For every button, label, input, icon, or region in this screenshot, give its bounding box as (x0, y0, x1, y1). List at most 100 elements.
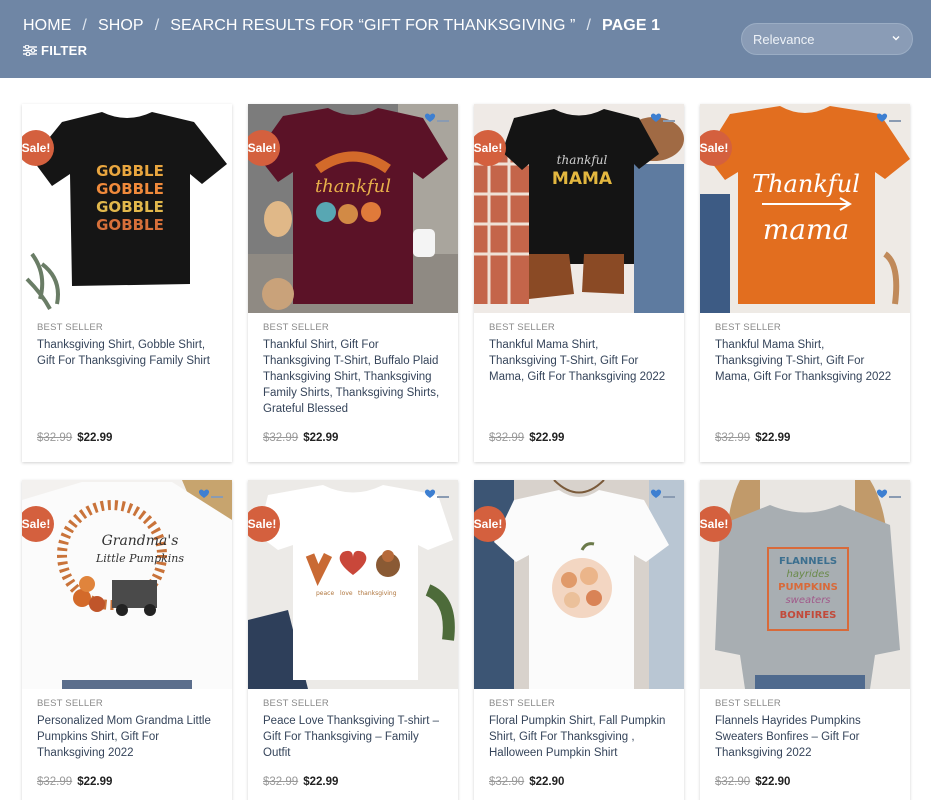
breadcrumb-shop[interactable]: SHOP (98, 17, 144, 35)
sliders-icon (23, 45, 37, 56)
page-header: HOME / SHOP / SEARCH RESULTS FOR “GIFT F… (0, 0, 931, 78)
product-title[interactable]: Personalized Mom Grandma Little Pumpkins… (37, 713, 217, 761)
shirt-text-line: GOBBLE (96, 216, 164, 234)
product-card: GOBBLE GOBBLE GOBBLE GOBBLE Sale! BEST S… (22, 104, 232, 462)
black-gobble-shirt-image: GOBBLE GOBBLE GOBBLE GOBBLE (22, 104, 232, 313)
shirt-text-line: GOBBLE (96, 198, 164, 216)
breadcrumb-separator: / (586, 17, 592, 34)
original-price: $32.99 (263, 776, 299, 788)
sale-price: $22.90 (755, 776, 791, 788)
product-title[interactable]: Flannels Hayrides Pumpkins Sweaters Bonf… (715, 713, 895, 761)
breadcrumb-current-page: PAGE 1 (602, 17, 661, 34)
product-image[interactable]: peace love thanksgiving Sale! (248, 480, 458, 689)
product-category[interactable]: BEST SELLER (37, 322, 217, 333)
product-image[interactable]: thankful MAMA Sale! (474, 104, 684, 313)
shirt-text-line: GOBBLE (96, 162, 164, 180)
shirt-text-line: thankful (557, 153, 608, 167)
shirt-text-line: hayrides (787, 569, 830, 580)
orange-thankful-mama-shirt-image: Thankful mama (700, 104, 910, 313)
sale-price: $22.99 (77, 432, 113, 444)
shirt-text-line: thanksgiving (358, 590, 397, 597)
product-category[interactable]: BEST SELLER (489, 322, 669, 333)
product-image[interactable]: GOBBLE GOBBLE GOBBLE GOBBLE Sale! (22, 104, 232, 313)
product-card: FLANNELS hayrides PUMPKINS sweaters BONF… (700, 480, 910, 800)
shirt-text-line: Thankful (752, 170, 860, 198)
sale-price: $22.99 (303, 776, 339, 788)
product-image[interactable]: thankful Sale! (248, 104, 458, 313)
product-price: $32.99 $22.99 (715, 432, 790, 444)
flannels-hayrides-shirt-image: FLANNELS hayrides PUMPKINS sweaters BONF… (700, 480, 910, 689)
product-price: $32.90 $22.90 (489, 776, 564, 788)
product-category[interactable]: BEST SELLER (715, 322, 895, 333)
sale-price: $22.99 (77, 776, 113, 788)
sale-price: $22.99 (303, 432, 339, 444)
product-price: $32.99 $22.99 (263, 432, 338, 444)
product-price: $32.90 $22.90 (715, 776, 790, 788)
shirt-text-line: Little Pumpkins (95, 552, 184, 565)
floral-pumpkin-shirt-image (474, 480, 684, 689)
breadcrumb-home[interactable]: HOME (23, 17, 71, 35)
shirt-text-line: MAMA (552, 169, 613, 189)
shirt-text-line: GOBBLE (96, 180, 164, 198)
product-image[interactable]: Sale! (474, 480, 684, 689)
peace-love-thanksgiving-shirt-image: peace love thanksgiving (248, 480, 458, 689)
product-category[interactable]: BEST SELLER (37, 698, 217, 709)
shirt-text-line: love (340, 590, 353, 597)
product-title[interactable]: Thankful Mama Shirt, Thanksgiving T-Shir… (715, 337, 895, 385)
sort-order-select[interactable]: Relevance (741, 23, 913, 55)
brand-logo-icon (876, 113, 901, 122)
product-category[interactable]: BEST SELLER (263, 322, 443, 333)
chevron-down-icon (892, 36, 900, 41)
original-price: $32.90 (489, 776, 525, 788)
sale-price: $22.99 (755, 432, 791, 444)
product-category[interactable]: BEST SELLER (263, 698, 443, 709)
brand-logo-icon (424, 113, 449, 122)
original-price: $32.99 (37, 776, 73, 788)
black-thankful-mama-shirt-image: thankful MAMA (474, 104, 684, 313)
product-price: $32.99 $22.99 (37, 776, 112, 788)
original-price: $32.90 (715, 776, 751, 788)
grandma-little-pumpkins-shirt-image: Grandma's Little Pumpkins (22, 480, 232, 689)
maroon-thankful-shirt-image: thankful (248, 104, 458, 313)
product-card: Thankful mama Sale! BEST SELLER Thankful… (700, 104, 910, 462)
breadcrumb-search-results[interactable]: SEARCH RESULTS FOR “GIFT FOR THANKSGIVIN… (170, 17, 575, 35)
shirt-text-line: peace (316, 590, 334, 597)
product-card: Grandma's Little Pumpkins Sale! BEST SEL… (22, 480, 232, 800)
shirt-text-line: PUMPKINS (778, 582, 838, 593)
brand-logo-icon (424, 489, 449, 498)
product-card: peace love thanksgiving Sale! BEST SELLE… (248, 480, 458, 800)
product-price: $32.99 $22.99 (489, 432, 564, 444)
shirt-text-line: Grandma's (102, 533, 179, 549)
sale-price: $22.90 (529, 776, 565, 788)
brand-logo-icon (650, 489, 675, 498)
product-image[interactable]: Grandma's Little Pumpkins Sale! (22, 480, 232, 689)
original-price: $32.99 (489, 432, 525, 444)
shirt-text-line: mama (763, 213, 850, 246)
filter-button[interactable]: FILTER (23, 43, 87, 58)
shirt-text-line: FLANNELS (779, 556, 837, 567)
product-image[interactable]: Thankful mama Sale! (700, 104, 910, 313)
product-category[interactable]: BEST SELLER (489, 698, 669, 709)
original-price: $32.99 (715, 432, 751, 444)
brand-logo-icon (198, 489, 223, 498)
product-title[interactable]: Thanksgiving Shirt, Gobble Shirt, Gift F… (37, 337, 217, 369)
brand-logo-icon (650, 113, 675, 122)
product-image[interactable]: FLANNELS hayrides PUMPKINS sweaters BONF… (700, 480, 910, 689)
sale-price: $22.99 (529, 432, 565, 444)
product-title[interactable]: Thankful Mama Shirt, Thanksgiving T-Shir… (489, 337, 669, 385)
product-category[interactable]: BEST SELLER (715, 698, 895, 709)
product-card: thankful Sale! BEST SELLER Thankful Shir… (248, 104, 458, 462)
shirt-text-line: BONFIRES (780, 610, 837, 621)
shirt-text-line: thankful (315, 176, 391, 197)
product-price: $32.99 $22.99 (37, 432, 112, 444)
shirt-text-line: sweaters (785, 595, 830, 606)
product-title[interactable]: Floral Pumpkin Shirt, Fall Pumpkin Shirt… (489, 713, 669, 761)
brand-logo-icon (876, 489, 901, 498)
original-price: $32.99 (37, 432, 73, 444)
product-card: thankful MAMA Sale! BEST SELLER Thankful… (474, 104, 684, 462)
product-title[interactable]: Peace Love Thanksgiving T-shirt – Gift F… (263, 713, 443, 761)
original-price: $32.99 (263, 432, 299, 444)
product-title[interactable]: Thankful Shirt, Gift For Thanksgiving T-… (263, 337, 443, 417)
breadcrumb-separator: / (154, 17, 160, 34)
filter-label: FILTER (41, 43, 88, 58)
